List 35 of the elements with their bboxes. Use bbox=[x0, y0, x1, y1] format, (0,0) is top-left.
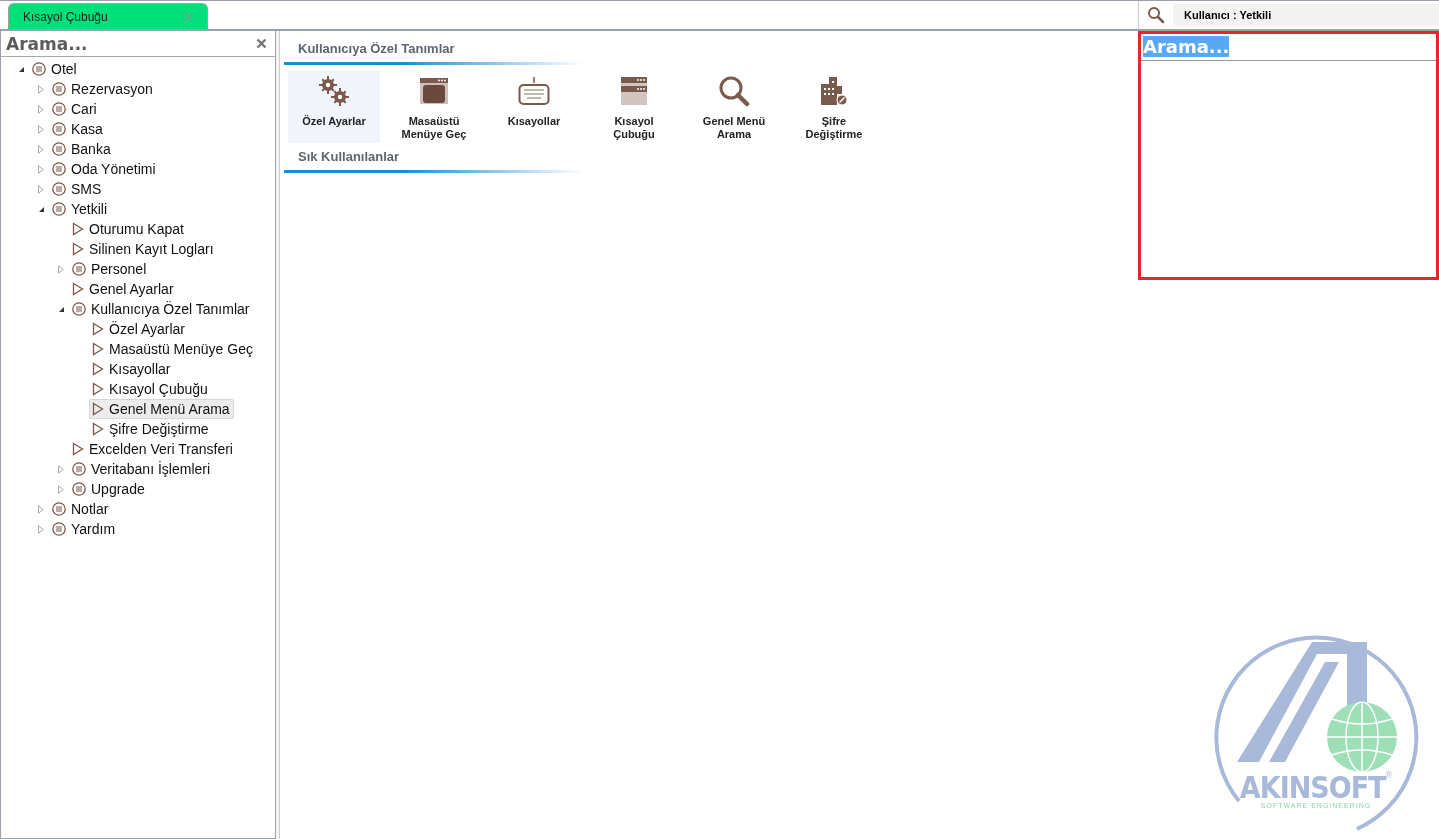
tree-item[interactable]: Rezervasyon bbox=[49, 79, 157, 99]
tree-item[interactable]: Özel Ayarlar bbox=[89, 319, 189, 339]
shortcut-tile[interactable]: Masaüstü Menüye Geç bbox=[388, 71, 480, 143]
tree-item[interactable]: Masaüstü Menüye Geç bbox=[89, 339, 257, 359]
tree-item[interactable]: Yardım bbox=[49, 519, 120, 539]
tree-item[interactable]: Oda Yönetimi bbox=[49, 159, 160, 179]
tree-item[interactable]: Kısayollar bbox=[89, 359, 175, 379]
tree-item[interactable]: Notlar bbox=[49, 499, 113, 519]
tree-item[interactable]: Genel Menü Arama bbox=[89, 399, 234, 419]
tree-item[interactable]: Veritabanı İşlemleri bbox=[69, 459, 215, 479]
tree-item[interactable]: Oturumu Kapat bbox=[69, 219, 188, 239]
shortcut-tile[interactable]: Kısayol Çubuğu bbox=[588, 71, 680, 143]
shortcut-tile[interactable]: Şifre Değiştirme bbox=[788, 71, 880, 143]
tree-item[interactable]: Kısayol Çubuğu bbox=[89, 379, 212, 399]
tree-item[interactable]: SMS bbox=[49, 179, 106, 199]
tree-item[interactable]: Cari bbox=[49, 99, 101, 119]
tree-item[interactable]: Silinen Kayıt Logları bbox=[69, 239, 218, 259]
tree-item[interactable]: Upgrade bbox=[69, 479, 149, 499]
tree-item[interactable]: Banka bbox=[49, 139, 115, 159]
section-title: Sık Kullanılanlar bbox=[297, 148, 401, 166]
section-title: Kullanıcıya Özel Tanımlar bbox=[297, 40, 456, 58]
tree-item[interactable]: Kasa bbox=[49, 119, 107, 139]
tab[interactable]: Kısayol Çubuğu bbox=[8, 3, 208, 29]
user-label: Kullanıcı : Yetkili bbox=[1173, 4, 1439, 26]
shortcut-tile[interactable]: Özel Ayarlar bbox=[288, 71, 380, 143]
tree-item[interactable]: Yetkili bbox=[49, 199, 112, 219]
tree-item[interactable]: Kullanıcıya Özel Tanımlar bbox=[69, 299, 254, 319]
shortcut-tile[interactable]: Genel Menü Arama bbox=[688, 71, 780, 143]
registered-mark: ® bbox=[1385, 770, 1393, 780]
tree-item[interactable]: Otel bbox=[29, 59, 81, 79]
tree-item[interactable]: Genel Ayarlar bbox=[69, 279, 178, 299]
shortcut-tile[interactable]: Kısayollar bbox=[488, 71, 580, 143]
tree-item[interactable]: Şifre Değiştirme bbox=[89, 419, 213, 439]
tree-item[interactable]: Excelden Veri Transferi bbox=[69, 439, 237, 459]
tree-item[interactable]: Personel bbox=[69, 259, 151, 279]
